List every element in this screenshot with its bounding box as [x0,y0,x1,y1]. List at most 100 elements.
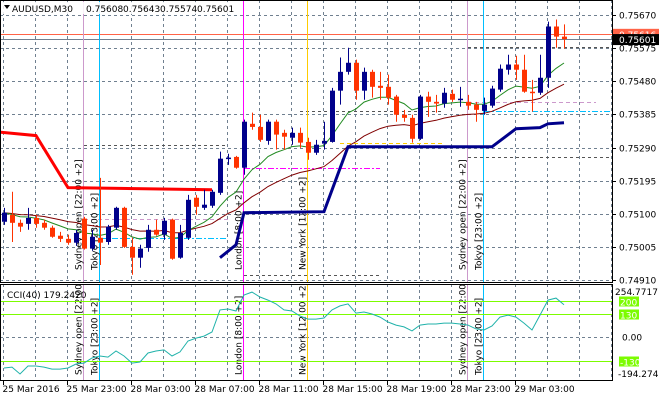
candle-body [514,64,519,70]
candle-body [58,235,63,239]
cci-max-label: 254.7717 [615,288,658,298]
candle-body [90,236,95,249]
session-label: Tokyo [23:00 +2] [91,298,101,376]
price-axis-label: 0.75670 [619,12,656,22]
candle-body [154,229,159,235]
candle-body [18,222,23,227]
candle-body [338,71,343,91]
cci-label: CCI(40) 179.2420 [7,291,87,301]
chart-header: AUDUSD,M30 0.75608 0.75643 0.75574 0.756… [2,2,234,15]
candle-body [298,132,303,143]
candle-body [546,26,551,78]
candle-body [330,90,335,142]
candle-body [34,217,39,224]
symbol-label: AUDUSD,M30 [12,5,73,15]
candle-bullish [418,94,423,140]
candle-body [522,69,527,92]
candle-body [82,218,87,249]
session-label: Tokyo [23:00 +2] [475,298,485,376]
time-axis-label: 28 Mar 07:00 [195,385,255,395]
low-value: 0.75574 [160,5,197,15]
candle-bullish [114,206,119,230]
candle-body [290,132,295,138]
cci-min-label: -194.274 [618,370,659,380]
candle-body [186,199,191,238]
time-axis-label: 28 Mar 19:00 [387,385,447,395]
last-price-tag: 0.75601 [619,36,656,46]
candle-body [258,126,263,140]
price-axis-label: 0.75100 [619,211,656,221]
open-value: 0.75608 [86,5,123,15]
candle-body [146,229,151,248]
cci-zero-label: 0.00 [622,334,642,344]
price-axis-label: 0.74910 [619,277,656,287]
candle-body [426,96,431,102]
candle-body [450,93,455,100]
candle-body [2,212,7,222]
candle-body [210,191,215,206]
candle-body [538,77,543,93]
candle-body [66,238,71,243]
price-chart[interactable]: Sydney open [22:00 +2] Tokyo [23:00 +2] Lo… [0,0,660,400]
candle-body [130,246,135,258]
candle-body [42,222,47,228]
time-axis-label: 28 Mar 11:00 [259,385,319,395]
session-label: London [8:00 +2] [235,296,245,375]
candle-body [378,85,383,88]
candle-body [306,141,311,153]
candle-body [250,123,255,127]
session-label: New York [12:00 +2] [299,177,309,270]
candle-bullish [210,189,215,208]
time-axis-label: 25 Mar 2016 [3,385,60,395]
time-axis-label: 28 Mar 23:00 [451,385,511,395]
candle-body [170,219,175,259]
session-label: Sydney open [22:00 +2] [459,159,469,270]
price-axis-label: 0.75005 [619,244,656,254]
candle-bearish [82,216,87,250]
candle-body [26,217,31,224]
candle-bullish [330,87,335,143]
candle-body [234,156,239,168]
candle-body [274,121,279,135]
candle-body [242,121,247,168]
price-axis-label: 0.75480 [619,78,656,88]
candle-body [434,101,439,104]
candle-body [370,71,375,87]
candle-body [114,207,119,228]
close-value: 0.75601 [197,5,234,15]
candle-body [410,117,415,139]
candle-body [266,121,271,141]
candle-body [178,232,183,258]
session-label: Sydney open [22:00 +2] [75,159,85,270]
candle-body [474,104,479,110]
candle-body [466,101,471,106]
candle-body [458,98,463,101]
cci-level-tag: -130 [620,359,641,369]
candle-body [442,92,447,104]
price-axis-label: 0.75385 [619,111,656,121]
cci-level-tag: 130 [620,312,637,322]
candle-body [530,91,535,94]
candle-body [322,140,327,144]
cci-level-tag: 200 [620,299,637,309]
candle-body [162,220,167,235]
candle-body [98,237,103,243]
candle-body [482,104,487,111]
candle-bearish [170,218,175,260]
candle-bullish [106,224,111,245]
candle-body [562,36,567,40]
candle-body [50,227,55,237]
candle-body [362,71,367,91]
candle-body [122,207,127,247]
candle-body [386,86,391,98]
candle-body [106,226,111,242]
candle-bearish [410,114,415,143]
candle-body [402,114,407,118]
time-axis-label: 25 Mar 23:00 [67,385,127,395]
candle-body [138,248,143,258]
candle-body [490,88,495,106]
candle-body [202,204,207,208]
price-axis-label: 0.75195 [619,178,656,188]
session-label: Tokyo [23:00 +2] [475,193,485,271]
candle-bullish [490,85,495,108]
